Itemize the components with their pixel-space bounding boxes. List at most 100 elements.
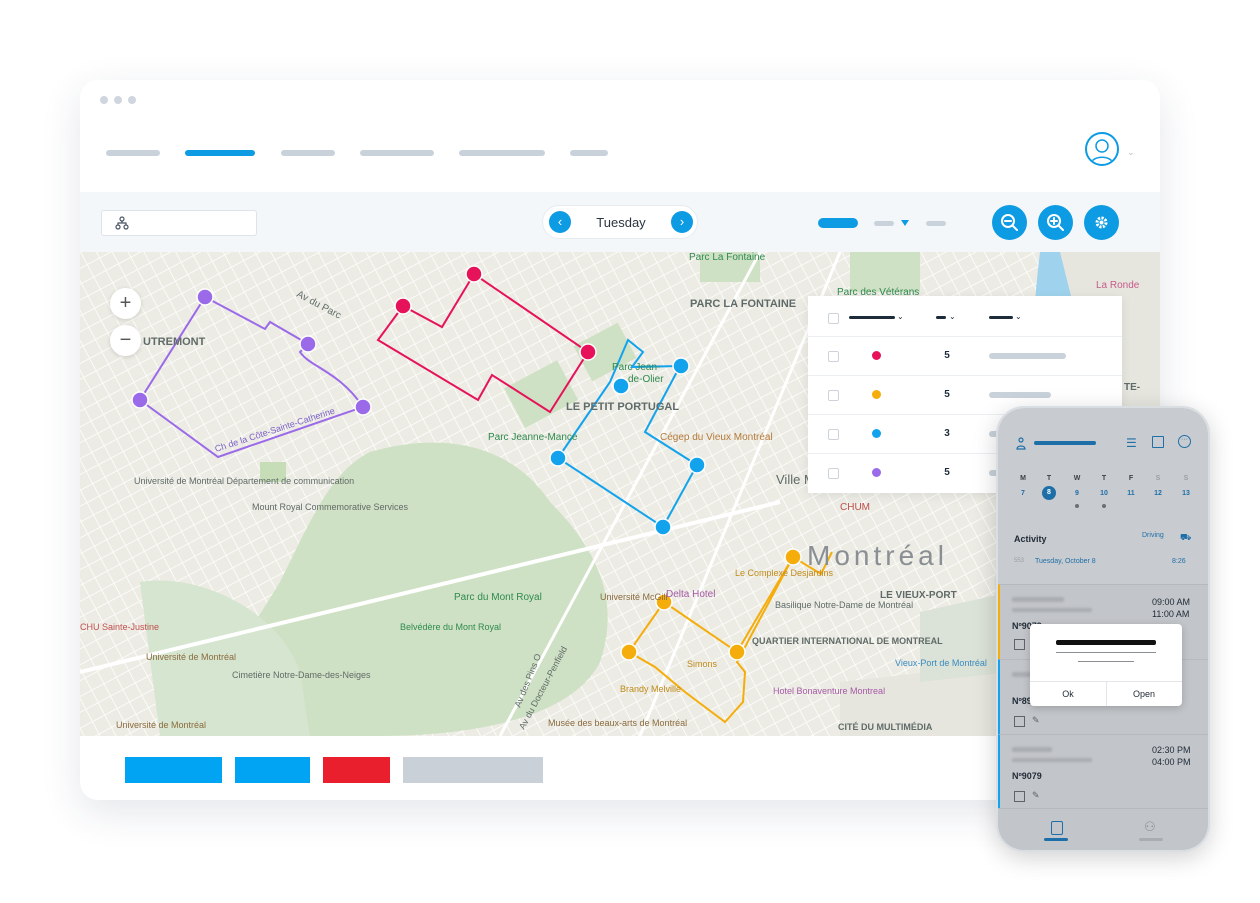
date-selector: ‹ Tuesday › bbox=[542, 205, 698, 239]
calendar-date-selected[interactable]: 8 bbox=[1042, 486, 1056, 500]
activity-card[interactable]: 02:30 PM 04:00 PM Nº9079 ✎ bbox=[998, 734, 1208, 809]
map-label: CITÉ DU MULTIMÉDIA bbox=[838, 722, 933, 732]
blurred-text bbox=[1012, 758, 1092, 762]
select-all-checkbox[interactable] bbox=[828, 313, 839, 324]
route-name-placeholder bbox=[989, 392, 1051, 398]
primary-action-button[interactable] bbox=[125, 757, 222, 783]
row-checkbox[interactable] bbox=[828, 429, 839, 440]
nav-tab-3[interactable] bbox=[281, 150, 335, 156]
phone-tab-bar: ⚇ bbox=[998, 808, 1208, 850]
chevron-down-icon[interactable]: ⌄ bbox=[1127, 147, 1135, 158]
map-label: Parc Jeanne-Mance bbox=[488, 432, 578, 443]
map-label: Université McGill bbox=[600, 592, 668, 602]
blurred-text bbox=[1012, 608, 1092, 612]
zoom-out-button[interactable] bbox=[992, 205, 1027, 240]
activity-label: Activity bbox=[1014, 534, 1047, 544]
caret-down-icon[interactable] bbox=[901, 220, 909, 226]
map-label: Brandy Melville bbox=[620, 684, 681, 694]
sort-chevron-icon[interactable]: ⌄ bbox=[949, 312, 956, 321]
view-toggle-option[interactable] bbox=[874, 221, 894, 226]
route-color-dot bbox=[872, 351, 881, 360]
disabled-button[interactable] bbox=[403, 757, 543, 783]
route-color-dot bbox=[872, 429, 881, 438]
column-header[interactable] bbox=[989, 316, 1013, 319]
more-icon[interactable]: ··· bbox=[1178, 435, 1191, 448]
secondary-action-button[interactable] bbox=[235, 757, 310, 783]
list-icon[interactable]: ☰ bbox=[1126, 436, 1137, 450]
row-checkbox[interactable] bbox=[828, 468, 839, 479]
weekday-label: S bbox=[1155, 475, 1161, 482]
top-navbar: ⌄ bbox=[80, 80, 1160, 192]
calendar-date[interactable]: 10 bbox=[1097, 490, 1111, 497]
nav-tab-active[interactable] bbox=[185, 150, 255, 156]
map-label: UTREMONT bbox=[143, 336, 206, 348]
calendar-date[interactable]: 11 bbox=[1124, 490, 1138, 497]
tab-indicator bbox=[1139, 838, 1163, 841]
zoom-in-button[interactable] bbox=[1038, 205, 1073, 240]
route-color-dot bbox=[872, 468, 881, 477]
weekday-label: T bbox=[1046, 475, 1052, 482]
map-label: Montréal bbox=[807, 540, 948, 571]
map-zoom-out-button[interactable]: − bbox=[110, 325, 141, 356]
sort-chevron-icon[interactable]: ⌄ bbox=[897, 312, 904, 321]
column-header[interactable] bbox=[849, 316, 895, 319]
map-label: Université de Montréal bbox=[146, 652, 236, 662]
window-dot[interactable] bbox=[114, 96, 122, 104]
chevron-right-icon[interactable]: › bbox=[671, 211, 693, 233]
map-label: Parc Jean- bbox=[612, 362, 660, 373]
nav-tab-1[interactable] bbox=[106, 150, 160, 156]
mobile-phone: ☰ ··· M T W T F S S 7 8 9 10 11 12 13 Ac… bbox=[996, 406, 1210, 852]
window-dot[interactable] bbox=[100, 96, 108, 104]
paperclip-icon: ✎ bbox=[1032, 715, 1040, 725]
nav-tab-6[interactable] bbox=[570, 150, 608, 156]
delete-button[interactable] bbox=[323, 757, 390, 783]
map-icon[interactable] bbox=[1152, 436, 1164, 448]
window-dot[interactable] bbox=[128, 96, 136, 104]
calendar-date[interactable]: 9 bbox=[1070, 490, 1084, 497]
map-zoom-in-button[interactable]: + bbox=[110, 288, 141, 319]
ok-button[interactable]: Ok bbox=[1030, 682, 1106, 706]
calendar-date[interactable]: 7 bbox=[1016, 490, 1030, 497]
map-label: CHU Sainte-Justine bbox=[80, 622, 159, 632]
route-stop-count: 3 bbox=[944, 428, 950, 439]
map-label: Université de Montréal bbox=[116, 720, 206, 730]
search-input[interactable] bbox=[101, 210, 257, 236]
map-label: Vieux-Port de Montréal bbox=[895, 658, 987, 668]
settings-button[interactable] bbox=[1084, 205, 1119, 240]
column-header[interactable] bbox=[936, 316, 946, 319]
weekday-label: T bbox=[1101, 475, 1107, 482]
row-checkbox[interactable] bbox=[828, 390, 839, 401]
car-icon: ⛟ bbox=[1180, 532, 1192, 542]
zoom-out-icon bbox=[1001, 214, 1018, 231]
map-label: LE PETIT PORTUGAL bbox=[566, 401, 679, 413]
blurred-text bbox=[1012, 747, 1052, 752]
map-label: La Ronde bbox=[1096, 280, 1140, 291]
calendar-date[interactable]: 12 bbox=[1151, 490, 1165, 497]
day-number: 553 bbox=[1014, 558, 1025, 564]
view-toggle-active[interactable] bbox=[818, 218, 858, 228]
sort-chevron-icon[interactable]: ⌄ bbox=[1015, 312, 1022, 321]
calendar-date[interactable]: 13 bbox=[1179, 490, 1193, 497]
map-label: Belvédère du Mont Royal bbox=[400, 622, 501, 632]
tab-activity-icon[interactable] bbox=[1051, 821, 1063, 835]
user-avatar[interactable] bbox=[1085, 132, 1119, 166]
table-row[interactable]: 5 bbox=[808, 336, 1122, 376]
user-icon bbox=[1090, 139, 1114, 164]
event-indicator-dot bbox=[1075, 504, 1079, 508]
nav-tab-4[interactable] bbox=[360, 150, 434, 156]
route-stop-count: 5 bbox=[944, 389, 950, 400]
toolbar: ‹ Tuesday › bbox=[80, 192, 1160, 252]
duration: 8:26 bbox=[1172, 558, 1186, 565]
map-label: QUARTIER INTERNATIONAL DE MONTREAL bbox=[752, 636, 943, 646]
driving-label[interactable]: Driving bbox=[1142, 532, 1164, 539]
calendar-icon bbox=[1014, 791, 1025, 802]
view-toggle-option[interactable] bbox=[926, 221, 946, 226]
map-label: TE- bbox=[1124, 382, 1140, 393]
hierarchy-icon[interactable] bbox=[1014, 437, 1028, 451]
calendar-icon bbox=[1014, 639, 1025, 650]
row-checkbox[interactable] bbox=[828, 351, 839, 362]
nav-tab-5[interactable] bbox=[459, 150, 545, 156]
open-button[interactable]: Open bbox=[1106, 682, 1182, 706]
tab-profile-icon[interactable]: ⚇ bbox=[1144, 819, 1156, 835]
paperclip-icon: ✎ bbox=[1032, 790, 1040, 800]
